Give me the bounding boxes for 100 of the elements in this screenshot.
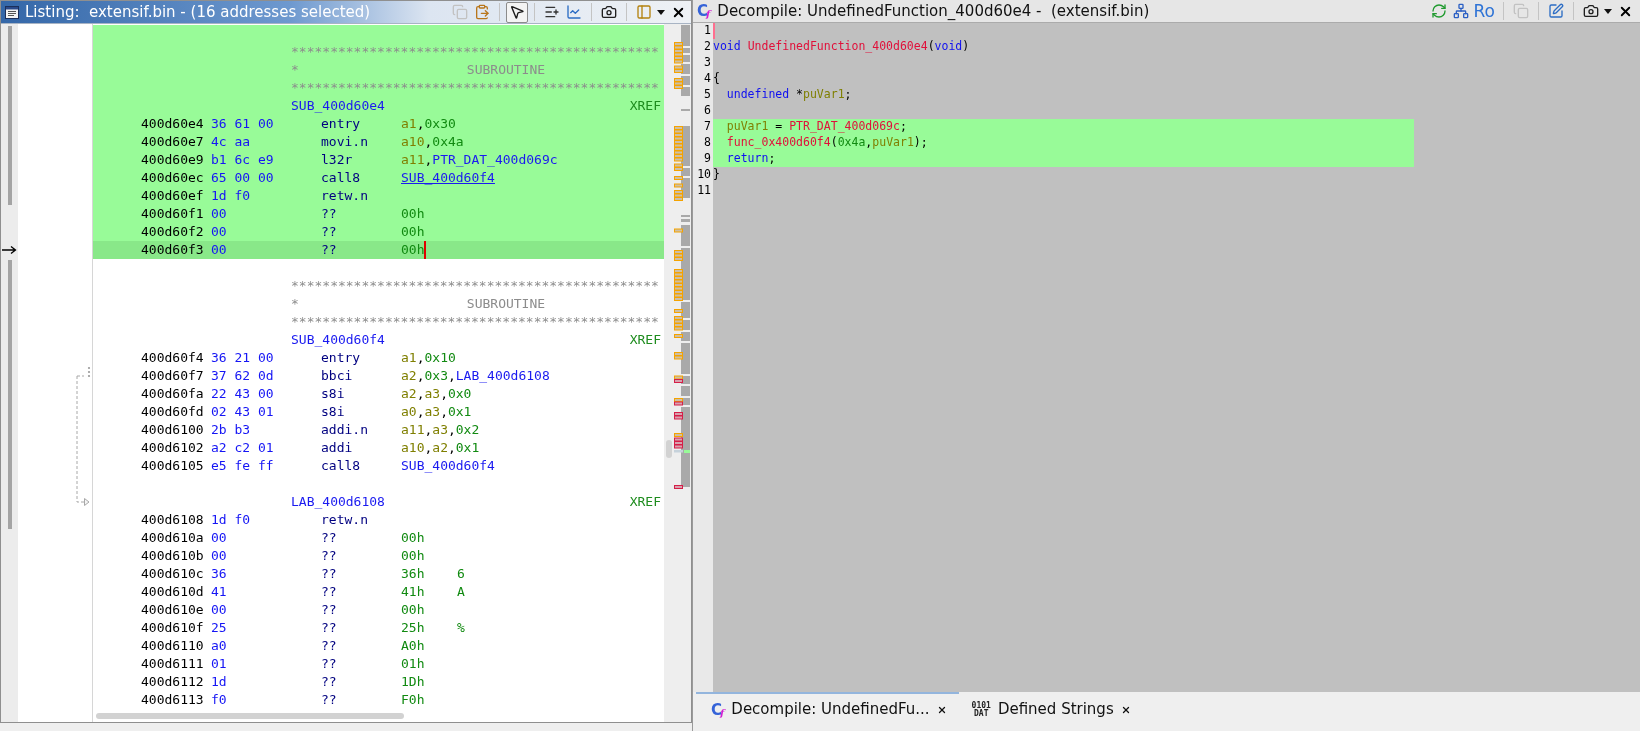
bookmark-marker[interactable] — [674, 183, 683, 188]
instruction-bytes: 1d f0 — [211, 187, 251, 206]
xref-label[interactable]: XREF — [629, 96, 661, 116]
symbol-label[interactable]: SUB_400d60f4 — [291, 330, 385, 350]
comment-border: *********************************************** — [291, 277, 659, 296]
error-marker[interactable] — [674, 437, 683, 449]
bookmark-marker[interactable] — [674, 126, 683, 162]
instruction-bytes: 36 61 00 — [211, 115, 274, 134]
address: 400d610a — [141, 529, 204, 548]
line-number: 7 — [704, 118, 711, 136]
symbol-label[interactable]: SUB_400d60e4 — [291, 96, 385, 116]
character-value: % — [457, 619, 465, 638]
bookmark-marker[interactable] — [674, 269, 683, 301]
instruction-bytes: 1d — [211, 673, 227, 692]
line-chart-icon — [566, 4, 582, 20]
xref-label[interactable]: XREF — [629, 492, 661, 512]
bookmark-marker[interactable] — [674, 78, 683, 89]
code-line: undefined *puVar1; — [726, 86, 852, 104]
bookmark-marker[interactable] — [674, 228, 683, 233]
bookmark-marker[interactable] — [674, 375, 683, 380]
decompiler-icon: Cf — [711, 701, 725, 718]
line-number: 5 — [704, 86, 711, 104]
instruction-bytes: e5 fe ff — [211, 457, 274, 476]
address: 400d6112 — [141, 673, 204, 692]
operand-text: SUB_400d60f4 — [401, 457, 495, 476]
code-line: func_0x400d60f4(0x4a,puVar1); — [726, 134, 928, 152]
operand-text: a10,0x4a — [401, 133, 464, 152]
instruction-bytes: 00 — [211, 241, 227, 260]
address: 400d60f4 — [141, 349, 204, 368]
code-line: void UndefinedFunction_400d60e4(void) — [713, 38, 970, 56]
address: 400d60ef — [141, 187, 204, 206]
mnemonic: ?? — [321, 205, 337, 224]
mnemonic: ?? — [321, 529, 337, 548]
instruction-bytes: 00 — [211, 223, 227, 242]
address: 400d6111 — [141, 655, 204, 674]
selection-marker — [684, 450, 690, 453]
comment-border: *********************************************** — [291, 43, 659, 62]
bookmark-marker[interactable] — [674, 309, 683, 313]
bookmark-marker[interactable] — [674, 176, 683, 180]
mnemonic: call8 — [321, 169, 361, 188]
address: 400d6105 — [141, 457, 204, 476]
instruction-bytes: 37 62 0d — [211, 367, 274, 386]
select-mode-button[interactable] — [506, 1, 528, 23]
mnemonic: s8i — [321, 385, 345, 404]
bookmark-marker[interactable] — [674, 65, 683, 73]
comment-text: SUBROUTINE — [466, 295, 546, 314]
error-marker[interactable] — [674, 485, 683, 489]
caret-down-icon — [1604, 8, 1612, 14]
close-icon[interactable] — [1120, 704, 1131, 715]
operand-text: a2,0x3,LAB_400d6108 — [401, 367, 550, 386]
mnemonic: ?? — [321, 619, 337, 638]
instruction-bytes: 25 — [211, 619, 227, 638]
bookmark-marker[interactable] — [674, 433, 683, 437]
instruction-bytes: 1d f0 — [211, 511, 251, 530]
bookmark-marker[interactable] — [674, 163, 683, 171]
operand-text: 00h — [401, 529, 425, 548]
mouse-pointer-icon — [509, 4, 525, 20]
mnemonic: ?? — [321, 583, 337, 602]
address: 400d610d — [141, 583, 204, 602]
operand-text: a1,0x10 — [401, 349, 456, 368]
bookmark-marker[interactable] — [674, 352, 683, 360]
instruction-bytes: b1 6c e9 — [211, 151, 274, 170]
instruction-bytes: 36 — [211, 565, 227, 584]
bookmark-marker[interactable] — [674, 316, 683, 331]
bookmark-marker[interactable] — [674, 42, 683, 64]
address: 400d60f7 — [141, 367, 204, 386]
operand-text: SUB_400d60f4 — [401, 169, 495, 188]
operand-text: a2,a3,0x0 — [401, 385, 472, 404]
clipboard-icon — [474, 4, 490, 20]
instruction-bytes: f0 — [211, 691, 227, 710]
refresh-icon — [1430, 3, 1447, 19]
error-marker[interactable] — [674, 412, 683, 420]
grip-dots-icon[interactable] — [87, 366, 91, 378]
xref-label[interactable]: XREF — [629, 330, 661, 350]
comment-text: SUBROUTINE — [466, 61, 546, 80]
operand-text: a10,a2,0x1 — [401, 439, 480, 458]
error-marker[interactable] — [674, 401, 683, 406]
read-only-button[interactable]: Ro — [1471, 0, 1497, 22]
error-marker[interactable] — [674, 379, 683, 383]
close-icon[interactable] — [936, 704, 947, 715]
operand-text: 25h — [401, 619, 425, 638]
operand-text: 00h — [401, 241, 425, 260]
line-number: 6 — [704, 102, 711, 120]
instruction-bytes: 00 — [211, 547, 227, 566]
comment-border: *********************************************** — [291, 313, 659, 332]
line-number: 2 — [704, 38, 711, 56]
mnemonic: ?? — [321, 547, 337, 566]
tab[interactable]: Cf Decompile: UndefinedFu... — [696, 692, 959, 725]
symbol-label[interactable]: LAB_400d6108 — [291, 492, 385, 512]
mnemonic: retw.n — [321, 187, 368, 206]
operand-text: a0,a3,0x1 — [401, 403, 472, 422]
mnemonic: entry — [321, 349, 361, 368]
instruction-bytes: 41 — [211, 583, 227, 602]
horizontal-scrollbar-thumb[interactable] — [96, 713, 404, 719]
mnemonic: ?? — [321, 673, 337, 692]
bookmark-marker[interactable] — [674, 250, 683, 261]
bookmark-marker[interactable] — [674, 334, 683, 338]
operand-text: 00h — [401, 601, 425, 620]
bookmark-marker[interactable] — [674, 190, 683, 201]
scrollbar-thumb[interactable] — [666, 440, 672, 458]
